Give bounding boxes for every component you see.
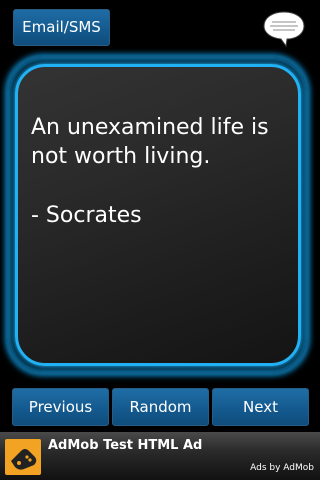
game-controller-icon — [5, 439, 41, 475]
quote-card: An unexamined life is not worth living. … — [15, 64, 301, 366]
app-screen: Email/SMS An unexamined life is not wort… — [0, 0, 320, 480]
next-button[interactable]: Next — [212, 388, 309, 426]
speech-bubble-icon[interactable] — [262, 10, 306, 48]
quote-text: An unexamined life is not worth living. — [31, 115, 269, 169]
ad-banner[interactable]: AdMob Test HTML Ad Ads by AdMob — [0, 432, 320, 480]
ad-title[interactable]: AdMob Test HTML Ad — [48, 438, 202, 454]
previous-button[interactable]: Previous — [12, 388, 109, 426]
email-sms-button[interactable]: Email/SMS — [13, 9, 110, 46]
ad-credit: Ads by AdMob — [250, 463, 314, 473]
random-button[interactable]: Random — [112, 388, 209, 426]
quote-author: - Socrates — [31, 203, 142, 228]
